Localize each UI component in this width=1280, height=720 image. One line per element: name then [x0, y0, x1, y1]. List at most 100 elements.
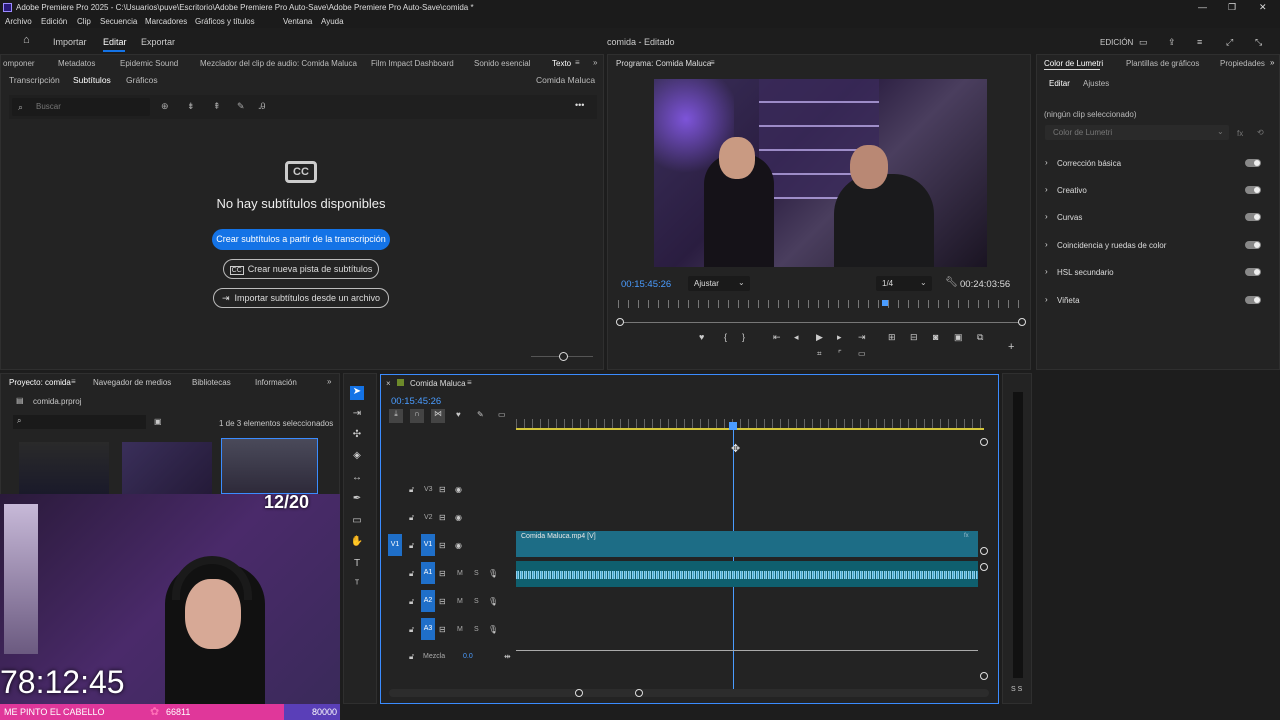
- panel-layout-icon[interactable]: ▭: [1139, 37, 1148, 48]
- add-icon[interactable]: ⊕: [161, 101, 169, 111]
- program-menu-icon[interactable]: ≡: [710, 58, 715, 67]
- home-icon[interactable]: ⌂: [23, 34, 30, 46]
- mode-edit[interactable]: Editar: [103, 37, 127, 47]
- new-bin-icon[interactable]: ▣: [154, 417, 162, 426]
- workspace-label[interactable]: EDICIÓN: [1100, 38, 1133, 47]
- share-icon[interactable]: ⇪: [1168, 37, 1176, 48]
- caption-tool-icon[interactable]: ᵀ: [350, 579, 364, 593]
- tab-proyecto[interactable]: Proyecto: comida: [9, 378, 71, 387]
- play-icon[interactable]: ▶: [816, 332, 823, 343]
- overlay-icon[interactable]: ▭: [858, 349, 866, 358]
- add-button-icon[interactable]: +: [1008, 341, 1014, 353]
- subtab-transcripcion[interactable]: Transcripción: [9, 75, 60, 85]
- rectangle-icon[interactable]: ▭: [350, 515, 364, 529]
- menu-secuencia[interactable]: Secuencia: [100, 17, 137, 26]
- maximize-button[interactable]: ❐: [1228, 2, 1236, 13]
- sync-icon[interactable]: ⊟: [439, 513, 446, 522]
- eye-icon[interactable]: ◉: [455, 541, 462, 550]
- panel-menu-icon[interactable]: ≡: [575, 58, 580, 67]
- more-panels-icon[interactable]: »: [327, 377, 331, 386]
- tab-metadatos[interactable]: Metadatos: [58, 59, 95, 68]
- section-toggle[interactable]: [1245, 159, 1261, 167]
- close-button[interactable]: ✕: [1259, 2, 1267, 13]
- section-toggle[interactable]: [1245, 296, 1261, 304]
- track-v3[interactable]: V3: [424, 486, 433, 493]
- resolution-dropdown[interactable]: 1/4 ⌄: [876, 276, 932, 291]
- audio-clip[interactable]: [516, 561, 978, 587]
- lock-icon[interactable]: 🔓︎: [409, 652, 414, 662]
- menu-ventana[interactable]: Ventana: [283, 17, 312, 26]
- vr-icon[interactable]: ⌜: [838, 349, 842, 358]
- program-timecode[interactable]: 00:15:45:26: [621, 279, 671, 290]
- tab-mezclador[interactable]: Mezclador del clip de audio: Comida Malu…: [200, 59, 357, 68]
- tab-lumetri[interactable]: Color de Lumetri: [1044, 59, 1103, 68]
- add-marker-icon[interactable]: ♥: [456, 410, 461, 419]
- menu-ayuda[interactable]: Ayuda: [321, 17, 344, 26]
- tab-film-impact[interactable]: Film Impact Dashboard: [371, 59, 454, 68]
- fit-dropdown[interactable]: Ajustar ⌄: [688, 276, 750, 291]
- track-a1[interactable]: A1: [421, 562, 435, 584]
- step-forward-icon[interactable]: ▸: [837, 332, 842, 343]
- nest-icon[interactable]: ⤓: [389, 409, 403, 423]
- mute-a1[interactable]: M: [457, 570, 463, 577]
- eye-icon[interactable]: ◉: [455, 513, 462, 522]
- subtab-graficos[interactable]: Gráficos: [126, 75, 158, 85]
- scroll-handle-left[interactable]: [616, 318, 624, 326]
- selection-tool-icon[interactable]: ➤: [350, 386, 364, 400]
- project-thumb-2[interactable]: [122, 442, 212, 494]
- project-thumb-3[interactable]: [221, 438, 318, 494]
- lock-icon[interactable]: 🔓︎: [409, 541, 414, 551]
- close-sequence-icon[interactable]: ×: [386, 379, 391, 388]
- vertical-scroll-handle-mid2[interactable]: [980, 563, 988, 571]
- sync-icon[interactable]: ⊟: [439, 569, 446, 578]
- tab-componer[interactable]: omponer: [3, 59, 35, 68]
- create-captions-button[interactable]: Crear subtítulos a partir de la transcri…: [212, 229, 390, 250]
- section-toggle[interactable]: [1245, 186, 1261, 194]
- mic-icon[interactable]: 🎙︎: [488, 569, 498, 578]
- tab-plantillas[interactable]: Plantillas de gráficos: [1126, 59, 1199, 68]
- merge-icon[interactable]: ⇞: [213, 101, 221, 111]
- lock-icon[interactable]: 🔓︎: [409, 569, 414, 579]
- menu-clip[interactable]: Clip: [77, 17, 91, 26]
- compare-icon[interactable]: ▣: [954, 332, 963, 343]
- hand-icon[interactable]: ✋: [350, 536, 364, 550]
- tab-propiedades[interactable]: Propiedades: [1220, 59, 1265, 68]
- type-icon[interactable]: T: [350, 558, 364, 572]
- more-panels-icon[interactable]: »: [1270, 58, 1274, 67]
- go-to-in-icon[interactable]: ⇤: [773, 332, 781, 343]
- tab-bibliotecas[interactable]: Bibliotecas: [192, 378, 231, 387]
- video-clip[interactable]: Comida Maluca.mp4 [V] fx: [516, 531, 978, 557]
- edit-icon[interactable]: ✎: [237, 101, 245, 111]
- vertical-scroll-handle-bottom[interactable]: [980, 672, 988, 680]
- tab-texto[interactable]: Texto: [552, 59, 571, 68]
- scroll-handle-right[interactable]: [1018, 318, 1026, 326]
- sync-icon[interactable]: ⊟: [439, 541, 446, 550]
- solo-a3[interactable]: S: [474, 626, 479, 633]
- minimize-button[interactable]: —: [1198, 2, 1207, 12]
- horizontal-scrollbar[interactable]: [389, 689, 989, 697]
- lock-icon[interactable]: 🔓︎: [409, 485, 414, 495]
- lock-icon[interactable]: 🔓︎: [409, 513, 414, 523]
- search-field[interactable]: ⌕ Buscar: [12, 98, 150, 116]
- zoom-icon[interactable]: ⤢: [1226, 37, 1233, 48]
- import-captions-button[interactable]: ⇥ Importar subtítulos desde un archivo: [213, 288, 389, 308]
- camera-icon[interactable]: ◙: [933, 332, 938, 342]
- track-a2[interactable]: A2: [421, 590, 435, 612]
- h-scroll-handle-left[interactable]: [575, 689, 583, 697]
- step-back-icon[interactable]: ◂: [794, 332, 799, 343]
- fx-icon[interactable]: fx: [1237, 129, 1243, 138]
- more-options-icon[interactable]: •••: [575, 100, 584, 110]
- tab-sonido[interactable]: Sonido esencial: [474, 59, 530, 68]
- work-area-bar[interactable]: [516, 428, 984, 430]
- tab-informacion[interactable]: Información: [255, 378, 297, 387]
- subtab-subtitulos[interactable]: Subtítulos: [73, 75, 111, 85]
- track-v2[interactable]: V2: [424, 514, 433, 521]
- playhead-head[interactable]: [729, 422, 737, 430]
- vertical-scroll-handle-top[interactable]: [980, 438, 988, 446]
- section-toggle[interactable]: [1245, 268, 1261, 276]
- menu-marcadores[interactable]: Marcadores: [145, 17, 187, 26]
- mic-icon[interactable]: 🎙︎: [488, 625, 498, 634]
- text-style-icon[interactable]: Ꭿ: [259, 101, 266, 111]
- vertical-scroll-handle-mid[interactable]: [980, 547, 988, 555]
- menu-archivo[interactable]: Archivo: [5, 17, 32, 26]
